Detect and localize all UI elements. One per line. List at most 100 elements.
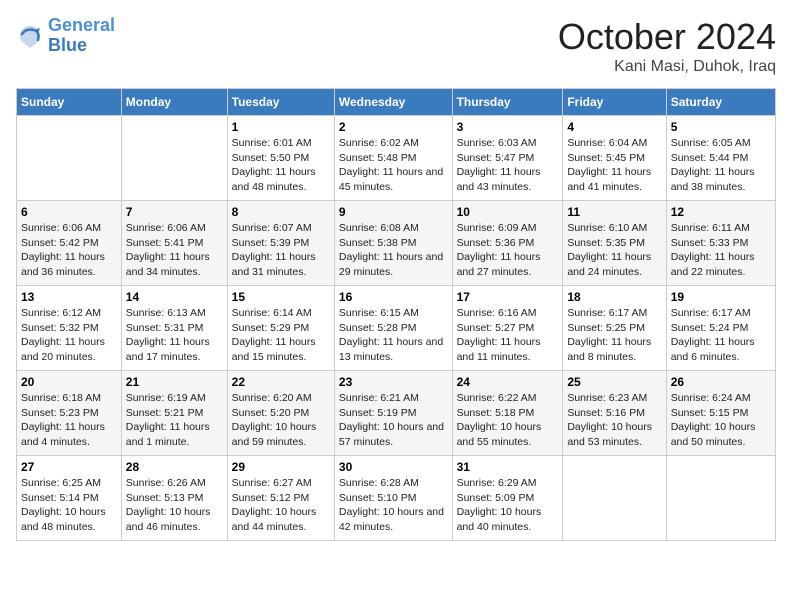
day-info: Sunrise: 6:24 AM Sunset: 5:15 PM Dayligh… bbox=[671, 391, 771, 450]
day-info: Sunrise: 6:04 AM Sunset: 5:45 PM Dayligh… bbox=[567, 136, 661, 195]
calendar-week-3: 13 Sunrise: 6:12 AM Sunset: 5:32 PM Dayl… bbox=[17, 286, 776, 371]
day-info: Sunrise: 6:29 AM Sunset: 5:09 PM Dayligh… bbox=[457, 476, 559, 535]
calendar-cell: 21 Sunrise: 6:19 AM Sunset: 5:21 PM Dayl… bbox=[121, 371, 227, 456]
day-number: 15 bbox=[232, 290, 330, 304]
day-number: 11 bbox=[567, 205, 661, 219]
calendar-cell: 6 Sunrise: 6:06 AM Sunset: 5:42 PM Dayli… bbox=[17, 201, 122, 286]
day-info: Sunrise: 6:08 AM Sunset: 5:38 PM Dayligh… bbox=[339, 221, 448, 280]
day-info: Sunrise: 6:06 AM Sunset: 5:41 PM Dayligh… bbox=[126, 221, 223, 280]
day-number: 20 bbox=[21, 375, 117, 389]
calendar-cell: 7 Sunrise: 6:06 AM Sunset: 5:41 PM Dayli… bbox=[121, 201, 227, 286]
day-info: Sunrise: 6:21 AM Sunset: 5:19 PM Dayligh… bbox=[339, 391, 448, 450]
day-number: 17 bbox=[457, 290, 559, 304]
calendar-cell: 3 Sunrise: 6:03 AM Sunset: 5:47 PM Dayli… bbox=[452, 116, 563, 201]
calendar-cell: 8 Sunrise: 6:07 AM Sunset: 5:39 PM Dayli… bbox=[227, 201, 334, 286]
day-number: 21 bbox=[126, 375, 223, 389]
day-number: 16 bbox=[339, 290, 448, 304]
calendar-cell: 24 Sunrise: 6:22 AM Sunset: 5:18 PM Dayl… bbox=[452, 371, 563, 456]
day-number: 9 bbox=[339, 205, 448, 219]
day-info: Sunrise: 6:18 AM Sunset: 5:23 PM Dayligh… bbox=[21, 391, 117, 450]
header-wednesday: Wednesday bbox=[334, 89, 452, 116]
day-number: 3 bbox=[457, 120, 559, 134]
day-number: 1 bbox=[232, 120, 330, 134]
day-number: 13 bbox=[21, 290, 117, 304]
day-info: Sunrise: 6:09 AM Sunset: 5:36 PM Dayligh… bbox=[457, 221, 559, 280]
header-tuesday: Tuesday bbox=[227, 89, 334, 116]
calendar-cell: 25 Sunrise: 6:23 AM Sunset: 5:16 PM Dayl… bbox=[563, 371, 666, 456]
day-info: Sunrise: 6:14 AM Sunset: 5:29 PM Dayligh… bbox=[232, 306, 330, 365]
day-number: 27 bbox=[21, 460, 117, 474]
day-number: 6 bbox=[21, 205, 117, 219]
header-friday: Friday bbox=[563, 89, 666, 116]
logo: General Blue bbox=[16, 16, 115, 56]
day-number: 7 bbox=[126, 205, 223, 219]
calendar-week-5: 27 Sunrise: 6:25 AM Sunset: 5:14 PM Dayl… bbox=[17, 456, 776, 541]
calendar-cell bbox=[666, 456, 775, 541]
title-block: October 2024 Kani Masi, Duhok, Iraq bbox=[558, 16, 776, 76]
day-info: Sunrise: 6:07 AM Sunset: 5:39 PM Dayligh… bbox=[232, 221, 330, 280]
month-title: October 2024 bbox=[558, 16, 776, 58]
calendar-cell: 12 Sunrise: 6:11 AM Sunset: 5:33 PM Dayl… bbox=[666, 201, 775, 286]
day-number: 30 bbox=[339, 460, 448, 474]
calendar-cell: 17 Sunrise: 6:16 AM Sunset: 5:27 PM Dayl… bbox=[452, 286, 563, 371]
day-number: 23 bbox=[339, 375, 448, 389]
day-info: Sunrise: 6:28 AM Sunset: 5:10 PM Dayligh… bbox=[339, 476, 448, 535]
day-number: 28 bbox=[126, 460, 223, 474]
day-number: 12 bbox=[671, 205, 771, 219]
day-info: Sunrise: 6:11 AM Sunset: 5:33 PM Dayligh… bbox=[671, 221, 771, 280]
calendar-cell: 20 Sunrise: 6:18 AM Sunset: 5:23 PM Dayl… bbox=[17, 371, 122, 456]
day-info: Sunrise: 6:27 AM Sunset: 5:12 PM Dayligh… bbox=[232, 476, 330, 535]
calendar-cell: 10 Sunrise: 6:09 AM Sunset: 5:36 PM Dayl… bbox=[452, 201, 563, 286]
calendar-cell: 23 Sunrise: 6:21 AM Sunset: 5:19 PM Dayl… bbox=[334, 371, 452, 456]
day-info: Sunrise: 6:16 AM Sunset: 5:27 PM Dayligh… bbox=[457, 306, 559, 365]
calendar-cell: 9 Sunrise: 6:08 AM Sunset: 5:38 PM Dayli… bbox=[334, 201, 452, 286]
calendar-week-4: 20 Sunrise: 6:18 AM Sunset: 5:23 PM Dayl… bbox=[17, 371, 776, 456]
day-info: Sunrise: 6:25 AM Sunset: 5:14 PM Dayligh… bbox=[21, 476, 117, 535]
calendar-cell: 15 Sunrise: 6:14 AM Sunset: 5:29 PM Dayl… bbox=[227, 286, 334, 371]
day-number: 26 bbox=[671, 375, 771, 389]
header-sunday: Sunday bbox=[17, 89, 122, 116]
calendar-table: SundayMondayTuesdayWednesdayThursdayFrid… bbox=[16, 88, 776, 541]
calendar-header-row: SundayMondayTuesdayWednesdayThursdayFrid… bbox=[17, 89, 776, 116]
day-info: Sunrise: 6:05 AM Sunset: 5:44 PM Dayligh… bbox=[671, 136, 771, 195]
day-info: Sunrise: 6:20 AM Sunset: 5:20 PM Dayligh… bbox=[232, 391, 330, 450]
calendar-cell: 4 Sunrise: 6:04 AM Sunset: 5:45 PM Dayli… bbox=[563, 116, 666, 201]
calendar-cell: 1 Sunrise: 6:01 AM Sunset: 5:50 PM Dayli… bbox=[227, 116, 334, 201]
calendar-week-2: 6 Sunrise: 6:06 AM Sunset: 5:42 PM Dayli… bbox=[17, 201, 776, 286]
day-info: Sunrise: 6:23 AM Sunset: 5:16 PM Dayligh… bbox=[567, 391, 661, 450]
calendar-cell: 27 Sunrise: 6:25 AM Sunset: 5:14 PM Dayl… bbox=[17, 456, 122, 541]
calendar-cell: 18 Sunrise: 6:17 AM Sunset: 5:25 PM Dayl… bbox=[563, 286, 666, 371]
logo-icon bbox=[16, 22, 44, 50]
calendar-cell bbox=[563, 456, 666, 541]
calendar-cell: 19 Sunrise: 6:17 AM Sunset: 5:24 PM Dayl… bbox=[666, 286, 775, 371]
calendar-cell: 30 Sunrise: 6:28 AM Sunset: 5:10 PM Dayl… bbox=[334, 456, 452, 541]
calendar-cell bbox=[121, 116, 227, 201]
day-info: Sunrise: 6:19 AM Sunset: 5:21 PM Dayligh… bbox=[126, 391, 223, 450]
day-info: Sunrise: 6:12 AM Sunset: 5:32 PM Dayligh… bbox=[21, 306, 117, 365]
day-number: 14 bbox=[126, 290, 223, 304]
day-number: 19 bbox=[671, 290, 771, 304]
day-info: Sunrise: 6:17 AM Sunset: 5:24 PM Dayligh… bbox=[671, 306, 771, 365]
day-info: Sunrise: 6:26 AM Sunset: 5:13 PM Dayligh… bbox=[126, 476, 223, 535]
day-info: Sunrise: 6:10 AM Sunset: 5:35 PM Dayligh… bbox=[567, 221, 661, 280]
day-number: 24 bbox=[457, 375, 559, 389]
logo-text: General Blue bbox=[48, 16, 115, 56]
calendar-cell: 31 Sunrise: 6:29 AM Sunset: 5:09 PM Dayl… bbox=[452, 456, 563, 541]
day-info: Sunrise: 6:01 AM Sunset: 5:50 PM Dayligh… bbox=[232, 136, 330, 195]
day-number: 31 bbox=[457, 460, 559, 474]
day-number: 18 bbox=[567, 290, 661, 304]
day-number: 2 bbox=[339, 120, 448, 134]
day-number: 25 bbox=[567, 375, 661, 389]
calendar-cell: 16 Sunrise: 6:15 AM Sunset: 5:28 PM Dayl… bbox=[334, 286, 452, 371]
day-info: Sunrise: 6:02 AM Sunset: 5:48 PM Dayligh… bbox=[339, 136, 448, 195]
day-info: Sunrise: 6:06 AM Sunset: 5:42 PM Dayligh… bbox=[21, 221, 117, 280]
day-number: 4 bbox=[567, 120, 661, 134]
calendar-cell: 13 Sunrise: 6:12 AM Sunset: 5:32 PM Dayl… bbox=[17, 286, 122, 371]
day-info: Sunrise: 6:17 AM Sunset: 5:25 PM Dayligh… bbox=[567, 306, 661, 365]
calendar-cell: 29 Sunrise: 6:27 AM Sunset: 5:12 PM Dayl… bbox=[227, 456, 334, 541]
logo-line2: Blue bbox=[48, 35, 87, 55]
day-number: 29 bbox=[232, 460, 330, 474]
calendar-cell: 14 Sunrise: 6:13 AM Sunset: 5:31 PM Dayl… bbox=[121, 286, 227, 371]
calendar-cell: 2 Sunrise: 6:02 AM Sunset: 5:48 PM Dayli… bbox=[334, 116, 452, 201]
day-number: 8 bbox=[232, 205, 330, 219]
